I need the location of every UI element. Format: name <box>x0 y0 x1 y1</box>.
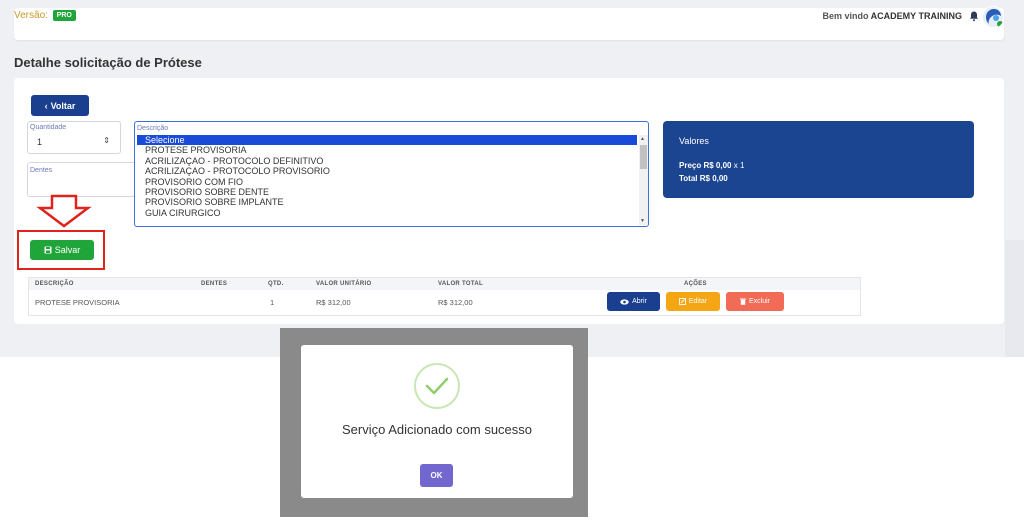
teeth-field[interactable]: Dentes <box>27 162 137 197</box>
open-button[interactable]: Abrir <box>607 292 660 311</box>
teeth-label: Dentes <box>30 167 53 174</box>
scroll-down-icon[interactable]: ▼ <box>640 218 645 224</box>
description-options: Selecione PROTESE PROVISORIA ACRILIZAÇAO… <box>137 135 637 218</box>
eye-icon <box>620 298 629 305</box>
bell-icon[interactable] <box>968 10 980 22</box>
description-option[interactable]: GUIA CIRURGICO <box>137 208 637 218</box>
description-scrollbar[interactable]: ▲ ▼ <box>639 135 648 225</box>
cell-unit-value: R$ 312,00 <box>316 298 351 307</box>
header-description: DESCRIÇÃO <box>35 281 74 287</box>
arrow-down-icon <box>36 194 92 228</box>
ok-button[interactable]: OK <box>420 464 453 487</box>
description-option[interactable]: PROVISORIO COM FIO <box>137 177 637 187</box>
header-total-value: VALOR TOTAL <box>438 281 483 287</box>
save-button[interactable]: Salvar <box>30 240 94 260</box>
quantity-label: Quantidade <box>30 124 67 131</box>
delete-button[interactable]: Excluir <box>726 292 784 311</box>
success-check-icon <box>414 363 460 409</box>
description-option[interactable]: PROTESE PROVISORIA <box>137 145 637 155</box>
edit-button[interactable]: Editar <box>666 292 720 311</box>
values-panel: Valores Preço R$ 0,00 x 1 Total R$ 0,00 <box>663 121 974 198</box>
page-edge <box>1005 240 1024 357</box>
user-avatar-icon[interactable] <box>982 6 1004 28</box>
pro-badge: PRO <box>52 10 76 21</box>
header-unit-value: VALOR UNITÁRIO <box>316 281 372 287</box>
quantity-field[interactable]: Quantidade 1 ⇕ <box>27 121 121 154</box>
open-button-label: Abrir <box>632 298 647 305</box>
price-label: Preço R$ 0,00 <box>679 161 732 170</box>
description-label: Descrição <box>137 125 169 132</box>
welcome-text: Bem vindo ACADEMY TRAINING <box>822 11 962 21</box>
spinner-icon[interactable]: ⇕ <box>103 136 110 145</box>
scroll-up-icon[interactable]: ▲ <box>640 136 645 142</box>
header-actions: AÇÕES <box>684 281 707 287</box>
page-title: Detalhe solicitação de Prótese <box>14 55 202 70</box>
save-icon <box>44 246 52 254</box>
cell-total-value: R$ 312,00 <box>438 298 473 307</box>
version-indicator: Versão: PRO <box>14 10 76 21</box>
delete-button-label: Excluir <box>748 298 770 305</box>
description-option[interactable]: ACRILIZAÇAO - PROTOCOLO DEFINITIVO <box>137 156 637 166</box>
header-teeth: DENTES <box>201 281 228 287</box>
price-text: Preço R$ 0,00 x 1 <box>679 161 744 170</box>
cell-description: PROTESE PROVISORIA <box>35 298 120 307</box>
version-label: Versão: <box>14 10 48 21</box>
welcome-prefix: Bem vindo <box>822 11 869 21</box>
back-button-label: Voltar <box>50 100 76 111</box>
description-option[interactable]: Selecione <box>137 135 637 146</box>
description-select[interactable]: Descrição Selecione PROTESE PROVISORIA A… <box>134 121 649 227</box>
edit-button-label: Editar <box>688 298 708 305</box>
description-option[interactable]: PROVISORIO SOBRE IMPLANTE <box>137 197 637 207</box>
save-button-label: Salvar <box>54 245 81 255</box>
back-button[interactable]: ‹ Voltar <box>31 95 89 116</box>
table-header: DESCRIÇÃO DENTES QTD. VALOR UNITÁRIO VAL… <box>29 278 860 290</box>
total-text: Total R$ 0,00 <box>679 174 728 183</box>
chevron-left-icon: ‹ <box>44 100 48 111</box>
scrollbar-thumb[interactable] <box>640 145 647 169</box>
description-option[interactable]: ACRILIZAÇAO - PROTOCOLO PROVISORIO <box>137 166 637 176</box>
edit-icon <box>678 298 686 305</box>
values-title: Valores <box>679 136 709 146</box>
price-multiplier: x 1 <box>733 161 745 170</box>
header-qty: QTD. <box>268 281 284 287</box>
cell-qty: 1 <box>270 298 275 307</box>
description-option[interactable]: PROVISORIO SOBRE DENTE <box>137 187 637 197</box>
modal-message: Serviço Adicionado com sucesso <box>341 422 533 437</box>
trash-icon <box>739 298 746 305</box>
quantity-value: 1 <box>37 137 43 147</box>
user-name: ACADEMY TRAINING <box>870 11 962 21</box>
